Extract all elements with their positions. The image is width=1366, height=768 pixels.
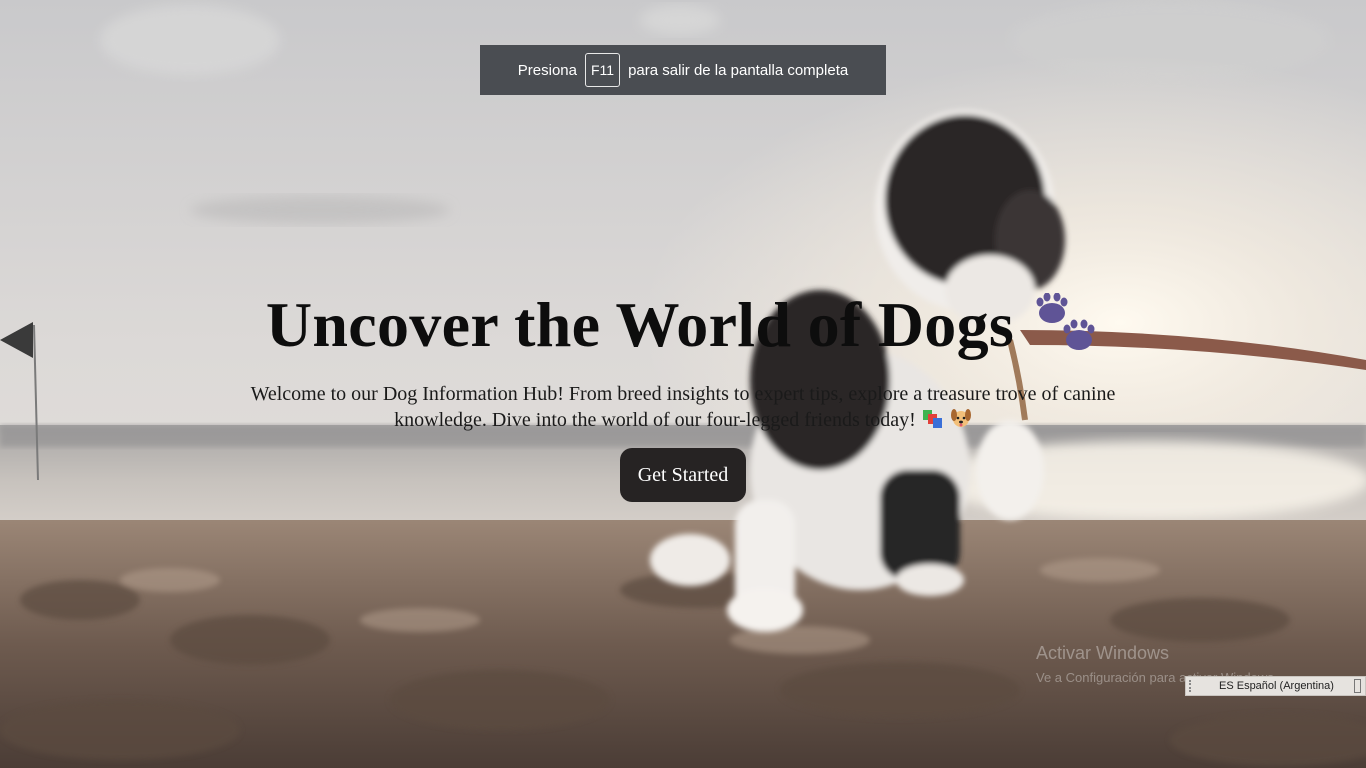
fullscreen-exit-notice: Presiona F11 para salir de la pantalla c… <box>480 45 886 95</box>
get-started-button[interactable]: Get Started <box>620 448 746 502</box>
drag-handle-icon[interactable] <box>1189 680 1201 692</box>
language-bar[interactable]: ES Español (Argentina) <box>1185 676 1366 696</box>
notice-suffix: para salir de la pantalla completa <box>628 61 849 79</box>
language-bar-options-icon[interactable] <box>1354 679 1361 693</box>
hero-subtitle: Welcome to our Dog Information Hub! From… <box>228 382 1138 436</box>
books-icon <box>922 409 944 436</box>
input-language-label[interactable]: ES Español (Argentina) <box>1219 680 1334 692</box>
hero-title-text: Uncover the World of Dogs <box>265 289 1015 360</box>
hero-subtitle-text: Welcome to our Dog Information Hub! From… <box>250 383 1116 431</box>
hero-heading: Uncover the World of Dogs <box>0 288 1366 369</box>
dog-face-icon <box>950 407 972 436</box>
activation-title: Activar Windows <box>1036 643 1170 663</box>
f11-key-badge: F11 <box>584 53 621 87</box>
notice-prefix: Presiona <box>517 61 577 79</box>
paw-prints-icon <box>1034 292 1100 369</box>
